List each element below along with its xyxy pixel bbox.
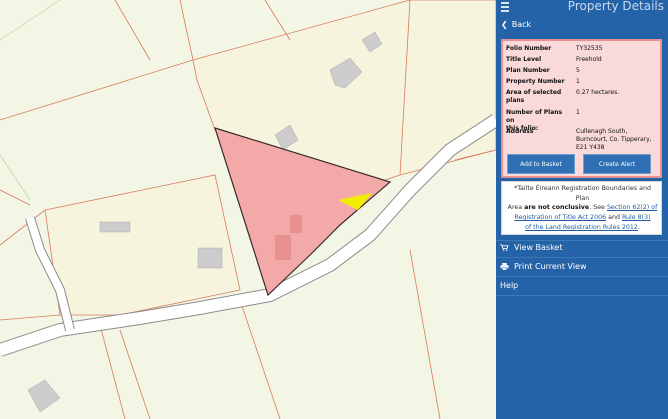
folio-value: TY32535: [576, 45, 603, 52]
disclaimer-notice: *Tailte Éireann Registration Boundaries …: [501, 181, 662, 235]
panel-title: Property Details: [567, 0, 664, 13]
rule-8-link[interactable]: Rule 8(3): [622, 214, 651, 221]
num-plans-value: 1: [576, 109, 580, 116]
print-label: Print Current View: [514, 262, 587, 271]
divider: [496, 257, 668, 258]
create-alert-button[interactable]: Create Alert: [583, 154, 651, 174]
registration-act-link[interactable]: Registration of Title Act 2006: [514, 214, 606, 221]
area-value: 0.27 hectares.: [576, 89, 620, 96]
property-number-label: Property Number: [506, 78, 565, 85]
cart-icon: [500, 244, 509, 251]
view-basket-menu-item[interactable]: View Basket: [500, 243, 563, 252]
back-button[interactable]: ❮ Back: [501, 20, 531, 29]
chevron-left-icon: ❮: [501, 20, 508, 29]
divider: [496, 295, 668, 296]
folio-label: Folio Number: [506, 45, 552, 52]
land-registration-rules-link[interactable]: of the Land Registration Rules 2012: [525, 224, 638, 231]
address-value: Cullenagh South, Burncourt, Co. Tipperary…: [576, 128, 652, 151]
property-details-panel: Property Details ❮ Back Folio Number TY32…: [496, 0, 668, 419]
back-label: Back: [511, 20, 532, 29]
printer-icon: [500, 263, 509, 270]
hamburger-menu-icon[interactable]: [501, 2, 509, 12]
address-label: Address: [506, 128, 534, 135]
plan-number-label: Plan Number: [506, 67, 550, 74]
title-level-value: Freehold: [576, 56, 602, 63]
add-to-basket-button[interactable]: Add to Basket: [507, 154, 575, 174]
property-number-value: 1: [576, 78, 580, 85]
help-menu-item[interactable]: Help: [500, 281, 518, 290]
view-basket-label: View Basket: [514, 243, 563, 252]
section-62-link[interactable]: Section 62(2) of: [607, 204, 657, 211]
property-card: Folio Number TY32535 Title Level Freehol…: [501, 39, 662, 178]
print-menu-item[interactable]: Print Current View: [500, 262, 587, 271]
title-level-label: Title Level: [506, 56, 542, 63]
divider: [496, 276, 668, 277]
panel-header: Property Details: [496, 0, 668, 16]
divider: [496, 240, 668, 241]
help-label: Help: [500, 281, 519, 290]
plan-number-value: 5: [576, 67, 580, 74]
map-view[interactable]: [0, 0, 496, 419]
area-label: Area of selected plans: [506, 89, 562, 104]
